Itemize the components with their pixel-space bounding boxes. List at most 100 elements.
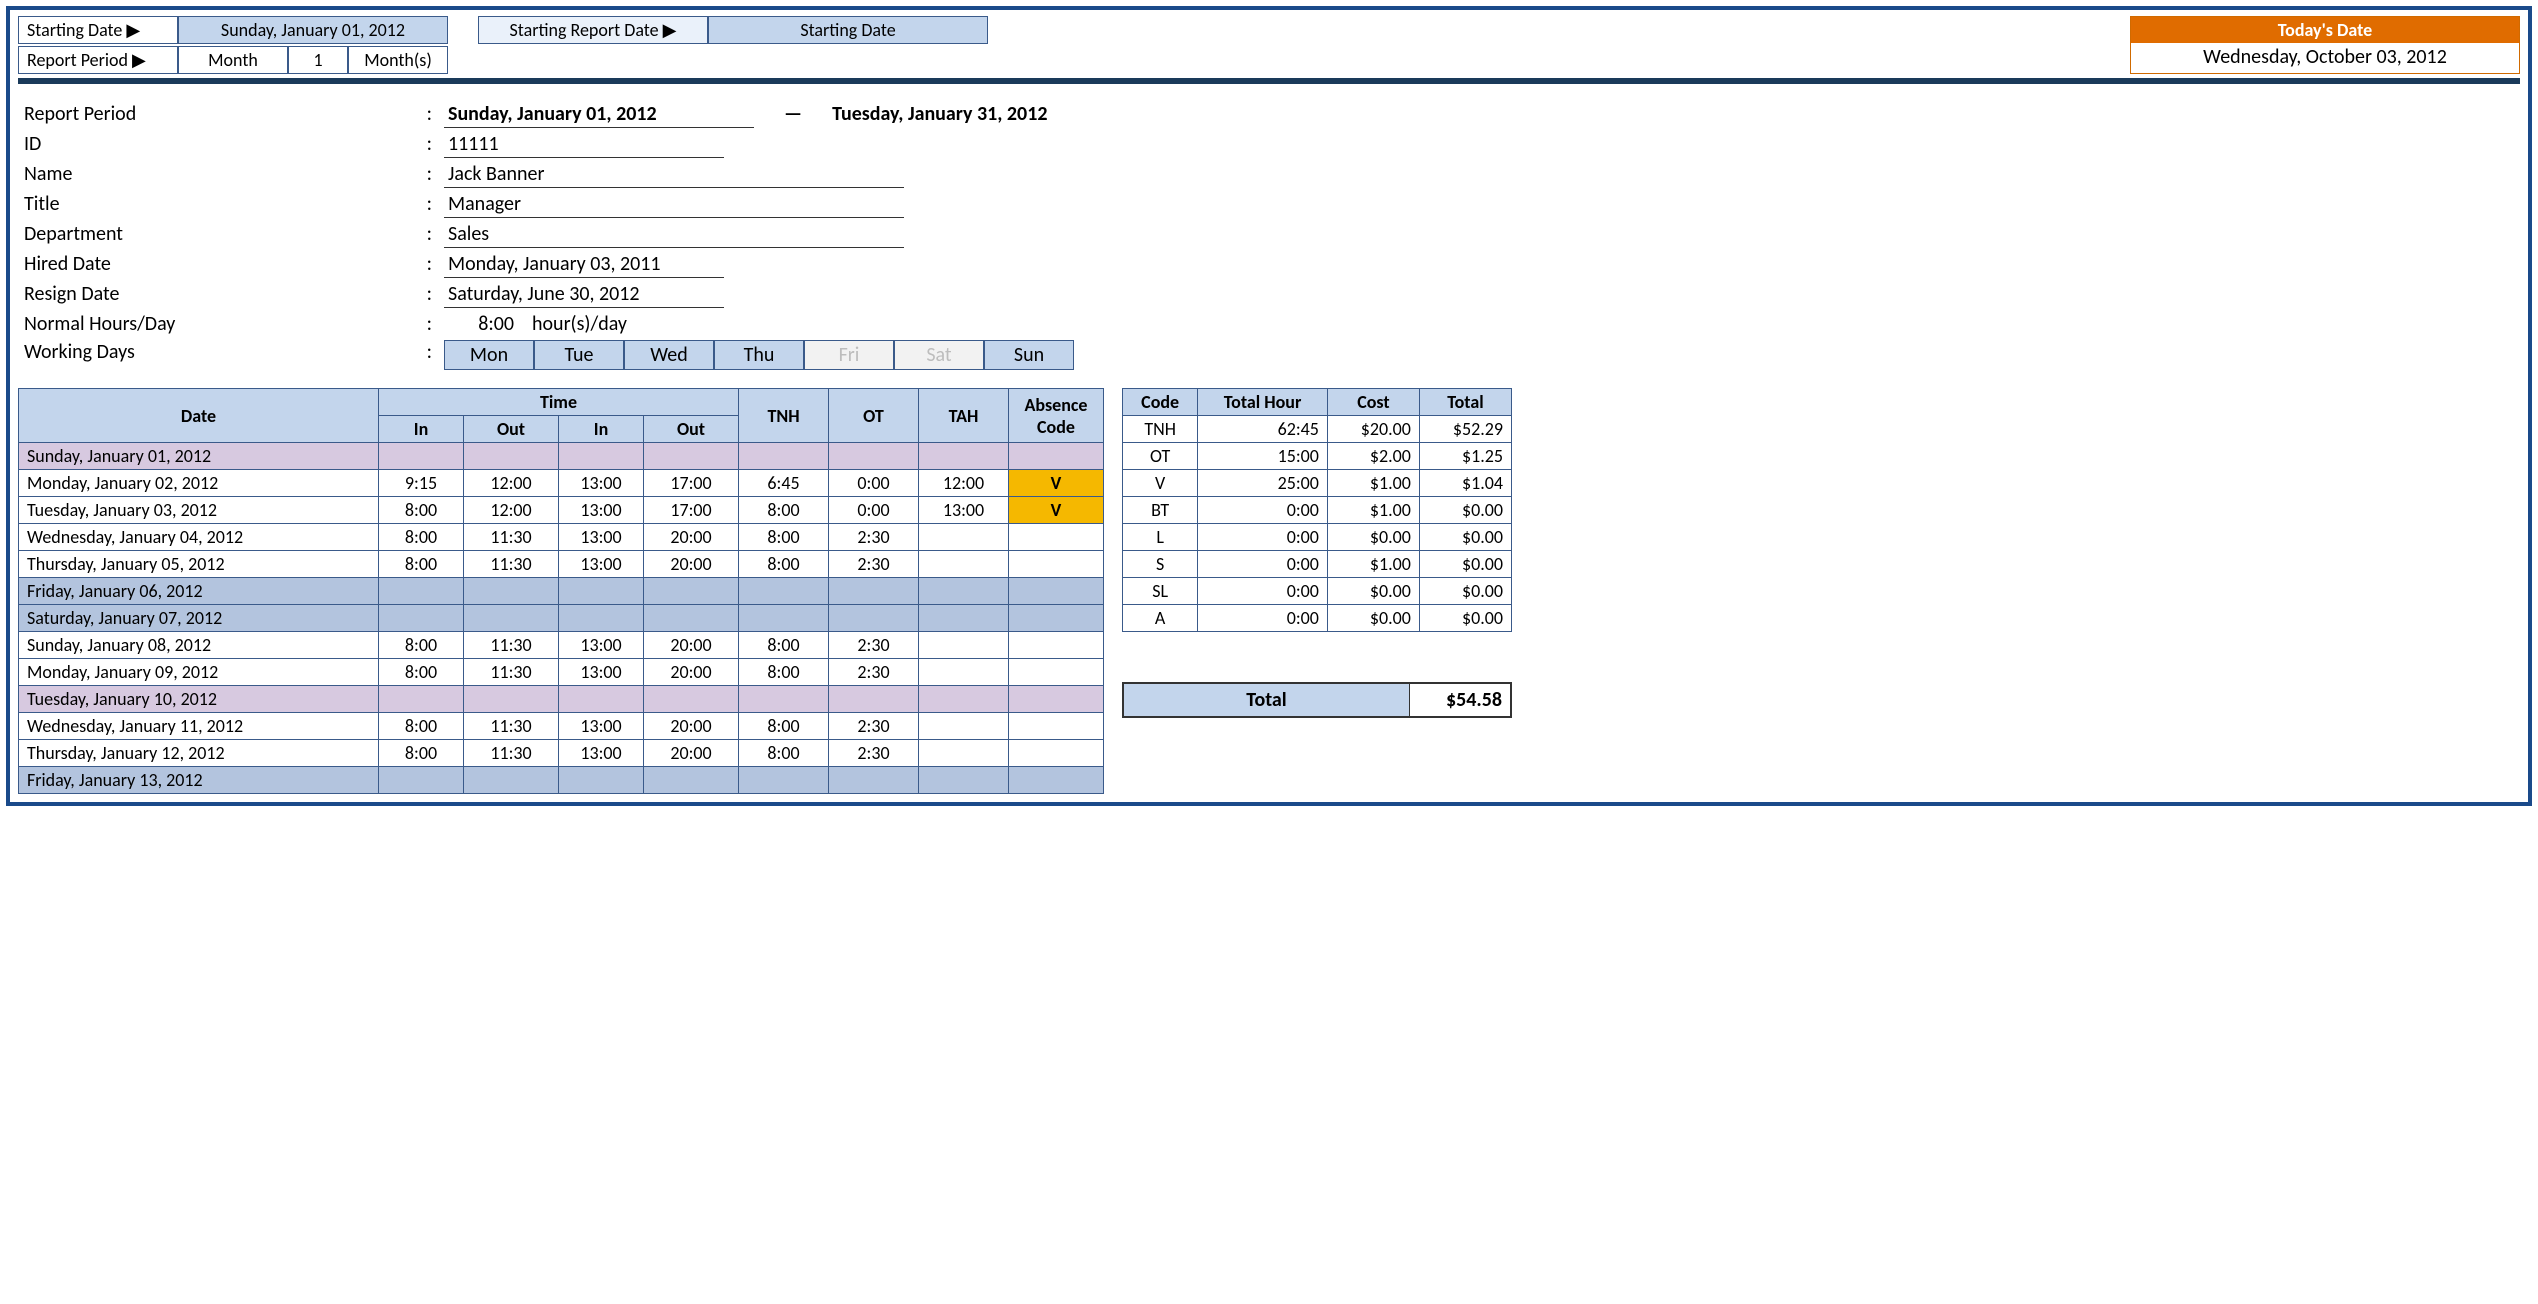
time-cell[interactable]: 8:00	[379, 713, 464, 740]
time-cell[interactable]: 11:30	[464, 659, 559, 686]
time-cell[interactable]: 13:00	[559, 524, 644, 551]
time-cell[interactable]	[379, 686, 464, 713]
time-cell[interactable]: 6:45	[739, 470, 829, 497]
time-cell[interactable]: 11:30	[464, 740, 559, 767]
day-mon[interactable]: Mon	[444, 340, 534, 370]
report-period-count[interactable]: 1	[288, 46, 348, 74]
time-cell[interactable]	[919, 713, 1009, 740]
time-cell[interactable]	[919, 632, 1009, 659]
time-cell[interactable]	[829, 767, 919, 794]
time-cell[interactable]: 8:00	[379, 632, 464, 659]
table-row[interactable]: Monday, January 09, 20128:0011:3013:0020…	[19, 659, 1104, 686]
time-cell[interactable]	[379, 767, 464, 794]
table-row[interactable]: Thursday, January 12, 20128:0011:3013:00…	[19, 740, 1104, 767]
time-cell[interactable]	[464, 767, 559, 794]
time-cell[interactable]: 13:00	[919, 497, 1009, 524]
time-cell[interactable]	[919, 524, 1009, 551]
absence-cell[interactable]	[1009, 443, 1104, 470]
time-cell[interactable]	[559, 578, 644, 605]
time-cell[interactable]: 20:00	[644, 659, 739, 686]
time-cell[interactable]	[919, 551, 1009, 578]
time-cell[interactable]	[559, 605, 644, 632]
day-sun[interactable]: Sun	[984, 340, 1074, 370]
time-cell[interactable]	[919, 740, 1009, 767]
time-cell[interactable]: 13:00	[559, 740, 644, 767]
time-cell[interactable]: 17:00	[644, 497, 739, 524]
absence-cell[interactable]	[1009, 524, 1104, 551]
day-thu[interactable]: Thu	[714, 340, 804, 370]
time-cell[interactable]: 2:30	[829, 659, 919, 686]
absence-cell[interactable]	[1009, 686, 1104, 713]
time-cell[interactable]	[739, 578, 829, 605]
time-cell[interactable]	[829, 578, 919, 605]
time-cell[interactable]: 8:00	[739, 551, 829, 578]
time-cell[interactable]	[644, 686, 739, 713]
time-cell[interactable]: 8:00	[739, 659, 829, 686]
time-cell[interactable]	[559, 443, 644, 470]
time-cell[interactable]: 20:00	[644, 740, 739, 767]
table-row[interactable]: Saturday, January 07, 2012	[19, 605, 1104, 632]
time-cell[interactable]: 8:00	[379, 740, 464, 767]
table-row[interactable]: Tuesday, January 03, 20128:0012:0013:001…	[19, 497, 1104, 524]
absence-cell[interactable]	[1009, 659, 1104, 686]
table-row[interactable]: Friday, January 06, 2012	[19, 578, 1104, 605]
date-cell[interactable]: Tuesday, January 03, 2012	[19, 497, 379, 524]
table-row[interactable]: Wednesday, January 11, 20128:0011:3013:0…	[19, 713, 1104, 740]
absence-cell[interactable]	[1009, 578, 1104, 605]
date-cell[interactable]: Wednesday, January 11, 2012	[19, 713, 379, 740]
time-cell[interactable]: 2:30	[829, 713, 919, 740]
time-cell[interactable]: 13:00	[559, 470, 644, 497]
day-tue[interactable]: Tue	[534, 340, 624, 370]
table-row[interactable]: Sunday, January 08, 20128:0011:3013:0020…	[19, 632, 1104, 659]
time-cell[interactable]	[829, 443, 919, 470]
time-cell[interactable]: 0:00	[829, 470, 919, 497]
day-fri[interactable]: Fri	[804, 340, 894, 370]
time-cell[interactable]: 11:30	[464, 632, 559, 659]
time-cell[interactable]: 8:00	[379, 659, 464, 686]
time-cell[interactable]	[379, 443, 464, 470]
time-cell[interactable]: 8:00	[739, 497, 829, 524]
time-cell[interactable]: 8:00	[379, 524, 464, 551]
time-cell[interactable]	[464, 578, 559, 605]
time-cell[interactable]	[644, 605, 739, 632]
time-cell[interactable]	[464, 686, 559, 713]
date-cell[interactable]: Saturday, January 07, 2012	[19, 605, 379, 632]
time-cell[interactable]: 20:00	[644, 551, 739, 578]
time-cell[interactable]	[464, 605, 559, 632]
time-cell[interactable]	[739, 605, 829, 632]
time-cell[interactable]	[829, 605, 919, 632]
time-cell[interactable]: 11:30	[464, 713, 559, 740]
table-row[interactable]: Sunday, January 01, 2012	[19, 443, 1104, 470]
time-cell[interactable]: 0:00	[829, 497, 919, 524]
time-cell[interactable]	[919, 578, 1009, 605]
starting-report-label[interactable]: Starting Report Date ▶	[478, 16, 708, 44]
report-period-unit[interactable]: Month	[178, 46, 288, 74]
absence-cell[interactable]	[1009, 632, 1104, 659]
time-cell[interactable]	[829, 686, 919, 713]
report-period-label[interactable]: Report Period ▶	[18, 46, 178, 74]
time-cell[interactable]: 8:00	[739, 632, 829, 659]
time-cell[interactable]: 2:30	[829, 740, 919, 767]
absence-cell[interactable]	[1009, 605, 1104, 632]
time-cell[interactable]: 13:00	[559, 659, 644, 686]
time-cell[interactable]	[379, 578, 464, 605]
absence-cell[interactable]	[1009, 740, 1104, 767]
time-cell[interactable]: 11:30	[464, 551, 559, 578]
time-cell[interactable]	[919, 686, 1009, 713]
table-row[interactable]: Monday, January 02, 20129:1512:0013:0017…	[19, 470, 1104, 497]
absence-cell[interactable]: V	[1009, 497, 1104, 524]
time-cell[interactable]: 2:30	[829, 632, 919, 659]
time-cell[interactable]: 13:00	[559, 713, 644, 740]
date-cell[interactable]: Friday, January 06, 2012	[19, 578, 379, 605]
date-cell[interactable]: Monday, January 09, 2012	[19, 659, 379, 686]
time-cell[interactable]: 8:00	[739, 713, 829, 740]
time-cell[interactable]: 8:00	[379, 497, 464, 524]
table-row[interactable]: Wednesday, January 04, 20128:0011:3013:0…	[19, 524, 1104, 551]
absence-cell[interactable]	[1009, 767, 1104, 794]
time-cell[interactable]: 2:30	[829, 524, 919, 551]
time-cell[interactable]: 20:00	[644, 524, 739, 551]
date-cell[interactable]: Tuesday, January 10, 2012	[19, 686, 379, 713]
date-cell[interactable]: Wednesday, January 04, 2012	[19, 524, 379, 551]
absence-cell[interactable]	[1009, 713, 1104, 740]
time-cell[interactable]: 8:00	[739, 524, 829, 551]
